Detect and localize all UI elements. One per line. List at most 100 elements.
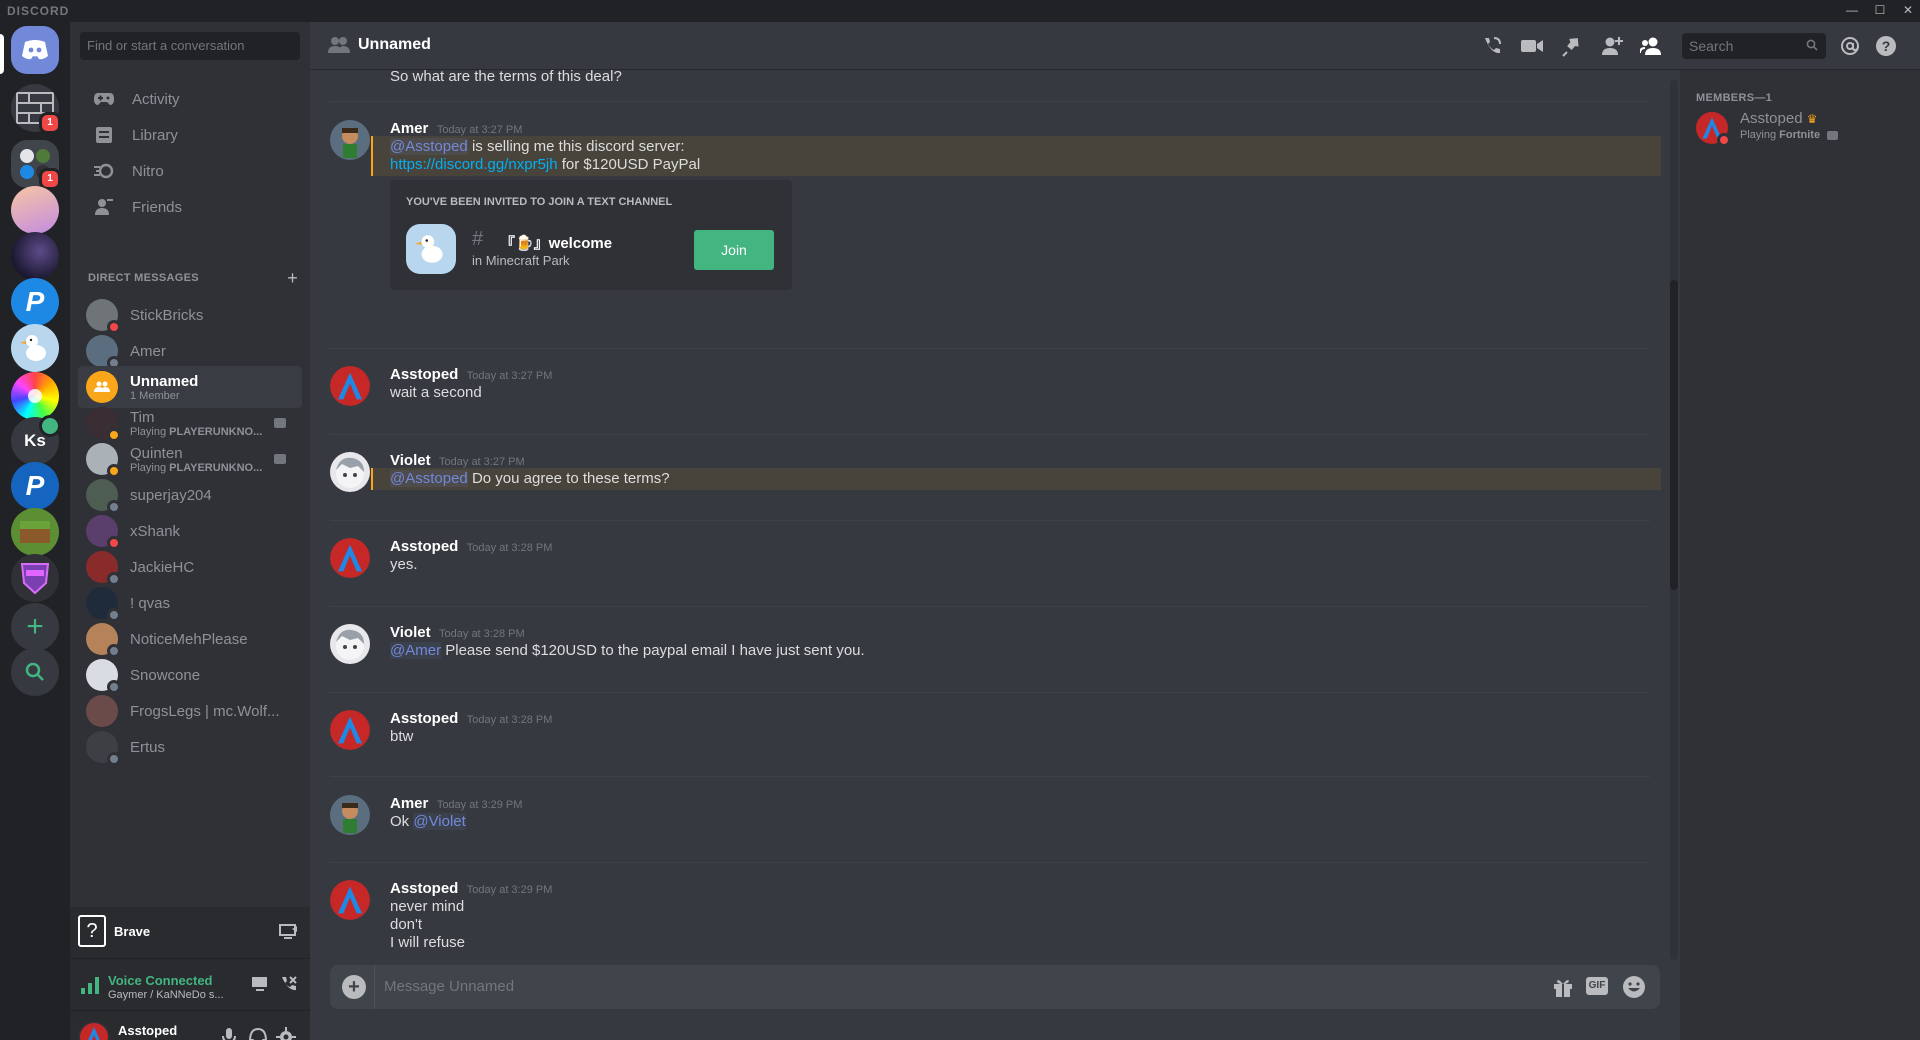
activity-game: PLAYERUNKNO... bbox=[169, 425, 263, 438]
message-group: Violet Today at 3:28 PM @Amer Please sen… bbox=[330, 624, 1660, 674]
author-avatar[interactable] bbox=[330, 880, 370, 920]
help-icon[interactable]: ? bbox=[1874, 34, 1898, 58]
create-dm-button[interactable]: + bbox=[287, 268, 298, 289]
author-name[interactable]: Asstoped bbox=[390, 538, 458, 555]
author-avatar[interactable] bbox=[330, 795, 370, 835]
minimize-button[interactable]: — bbox=[1838, 0, 1866, 22]
shield-server-icon bbox=[11, 554, 59, 602]
username: Asstoped bbox=[118, 1023, 178, 1038]
start-voice-call-icon[interactable] bbox=[1480, 34, 1504, 58]
guild-bricks[interactable]: 1 bbox=[11, 84, 61, 134]
message-divider bbox=[330, 606, 1650, 607]
channel-title: Unnamed bbox=[358, 36, 431, 53]
gift-icon[interactable] bbox=[1552, 976, 1574, 1003]
gif-picker-button[interactable]: GIF bbox=[1586, 977, 1608, 995]
message-composer[interactable]: + Message Unnamed GIF bbox=[330, 965, 1660, 1009]
message-group: Asstoped Today at 3:28 PM yes. bbox=[330, 538, 1660, 588]
invite-link[interactable]: https://discord.gg/nxpr5jh bbox=[390, 156, 558, 173]
guild-ks[interactable]: Ks bbox=[11, 415, 61, 465]
voice-channel-label[interactable]: Gaymer / KaNNeDo s... bbox=[108, 989, 224, 1001]
author-name[interactable]: Violet bbox=[390, 452, 431, 469]
author-name[interactable]: Amer bbox=[390, 795, 428, 812]
game-icon bbox=[274, 418, 286, 428]
guild-color[interactable] bbox=[11, 372, 59, 420]
goose-server-icon bbox=[11, 324, 59, 372]
close-window-button[interactable]: ✕ bbox=[1894, 0, 1920, 22]
mentions-icon[interactable] bbox=[1838, 34, 1862, 58]
svg-text:?: ? bbox=[1882, 38, 1891, 54]
guild-anime[interactable] bbox=[11, 186, 59, 234]
screen-share-icon[interactable] bbox=[278, 923, 298, 946]
guild-space[interactable] bbox=[11, 232, 59, 280]
user-mention[interactable]: @Asstoped bbox=[390, 470, 468, 487]
headphones-icon[interactable] bbox=[248, 1027, 268, 1040]
author-avatar[interactable] bbox=[330, 120, 370, 160]
author-name[interactable]: Amer bbox=[390, 120, 428, 137]
anime-server-icon bbox=[11, 186, 59, 234]
nav-friends[interactable]: Friends bbox=[78, 186, 302, 228]
message-header: Amer Today at 3:27 PM bbox=[390, 120, 522, 138]
activity-prefix: Playing bbox=[130, 425, 170, 438]
find-conversation-input[interactable] bbox=[80, 32, 300, 60]
member-list-toggle-icon[interactable] bbox=[1640, 34, 1664, 58]
video-screen-icon[interactable] bbox=[250, 975, 270, 998]
pinned-messages-icon[interactable] bbox=[1560, 34, 1584, 58]
user-settings-gear-icon[interactable] bbox=[276, 1027, 296, 1040]
guild-paypal-2[interactable]: P bbox=[11, 462, 59, 510]
author-name[interactable]: Violet bbox=[390, 624, 431, 641]
game-icon bbox=[274, 454, 286, 464]
author-avatar[interactable] bbox=[330, 452, 370, 492]
dm-item-ertus[interactable]: Ertus bbox=[78, 726, 302, 768]
app-brand: DISCORD bbox=[7, 4, 70, 18]
guild-shield[interactable] bbox=[11, 554, 59, 602]
maximize-button[interactable]: ☐ bbox=[1866, 0, 1894, 22]
guild-paypal[interactable]: P bbox=[11, 278, 59, 326]
author-avatar[interactable] bbox=[330, 624, 370, 664]
user-mention[interactable]: @Amer bbox=[390, 642, 442, 659]
message-divider bbox=[330, 101, 1650, 102]
group-dm-icon bbox=[86, 371, 118, 403]
explore-servers-button[interactable] bbox=[11, 648, 59, 696]
member-item[interactable]: Asstoped ♛ Playing Fortnite bbox=[1688, 108, 1912, 152]
join-button[interactable]: Join bbox=[694, 230, 774, 270]
dm-name: ! qvas bbox=[130, 594, 171, 612]
author-avatar[interactable] bbox=[330, 366, 370, 406]
guild-goose[interactable] bbox=[11, 324, 59, 372]
dm-name: Ertus bbox=[130, 738, 166, 756]
user-avatar[interactable] bbox=[78, 1021, 110, 1040]
guild-folder[interactable]: 1 bbox=[11, 140, 61, 190]
start-video-call-icon[interactable] bbox=[1520, 34, 1544, 58]
search-input[interactable]: Search bbox=[1682, 33, 1826, 59]
user-mention[interactable]: @Violet bbox=[413, 813, 466, 830]
disconnect-call-icon[interactable] bbox=[278, 974, 298, 999]
guild-minecraft[interactable] bbox=[11, 508, 59, 556]
scrollbar-thumb[interactable] bbox=[1670, 280, 1678, 590]
microphone-icon[interactable] bbox=[220, 1027, 238, 1040]
message-text: Ok @Violet bbox=[390, 813, 466, 830]
member-name-row: Asstoped ♛ bbox=[1740, 110, 1817, 127]
user-mention[interactable]: @Asstoped bbox=[390, 138, 468, 155]
home-button[interactable] bbox=[11, 26, 59, 74]
author-avatar[interactable] bbox=[330, 538, 370, 578]
minecraft-server-icon bbox=[11, 508, 59, 556]
selected-pill bbox=[0, 34, 4, 74]
paypal-icon: P bbox=[11, 278, 59, 326]
voice-connected-label[interactable]: Voice Connected bbox=[108, 973, 213, 988]
chat-header: Unnamed Search ? bbox=[310, 22, 1920, 70]
paypal-icon: P bbox=[11, 462, 59, 510]
emoji-picker-icon[interactable] bbox=[1622, 975, 1646, 1004]
upload-plus-icon[interactable]: + bbox=[342, 975, 366, 999]
message-input-placeholder[interactable]: Message Unnamed bbox=[384, 978, 514, 995]
add-friends-to-dm-icon[interactable] bbox=[1600, 34, 1624, 58]
author-name[interactable]: Asstoped bbox=[390, 710, 458, 727]
author-name[interactable]: Asstoped bbox=[390, 880, 458, 897]
avatar bbox=[86, 731, 121, 766]
scrollbar-track[interactable] bbox=[1670, 80, 1678, 960]
group-dm-header-icon bbox=[328, 36, 350, 59]
avatar bbox=[86, 695, 118, 727]
message-group: Amer Today at 3:29 PM Ok @Violet bbox=[330, 795, 1660, 845]
author-avatar[interactable] bbox=[330, 710, 370, 750]
author-name[interactable]: Asstoped bbox=[390, 366, 458, 383]
library-icon bbox=[90, 121, 118, 149]
add-server-button[interactable]: + bbox=[11, 603, 59, 651]
